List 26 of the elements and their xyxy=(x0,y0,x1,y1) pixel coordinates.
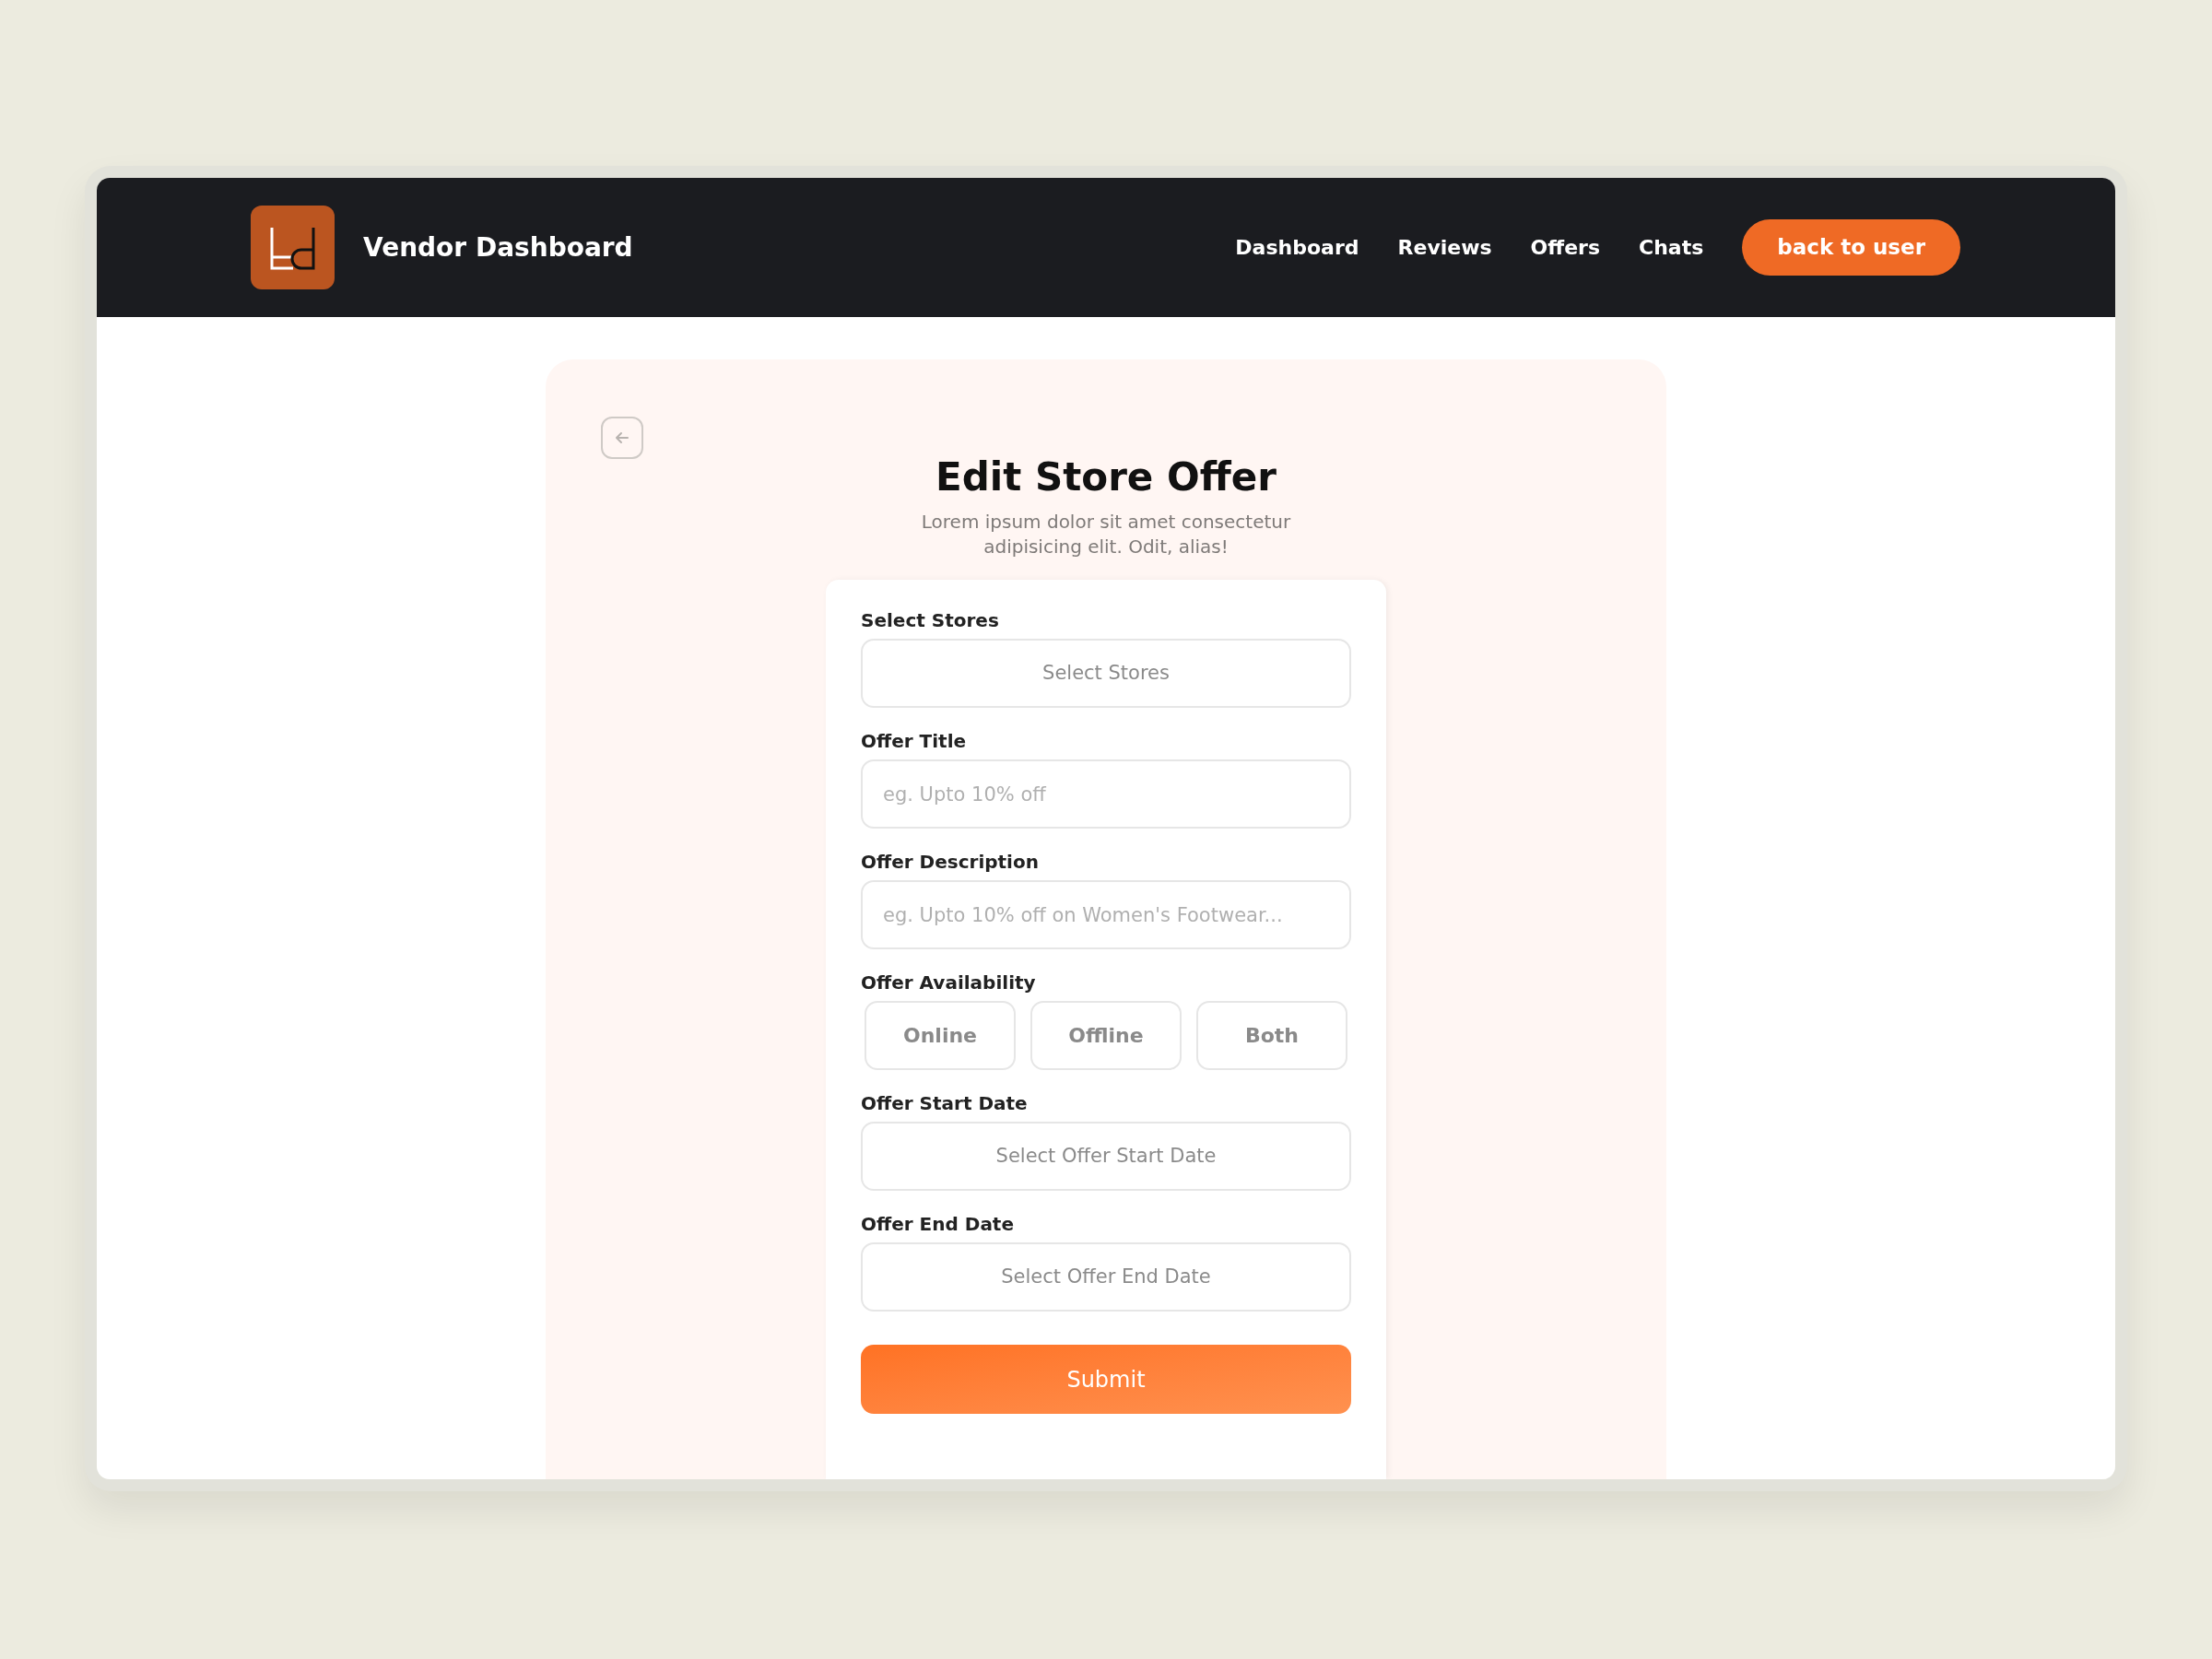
field-label: Offer Availability xyxy=(861,971,1037,994)
field-label: Offer Description xyxy=(861,851,1040,873)
field-label: Offer End Date xyxy=(861,1213,1015,1235)
back-button[interactable] xyxy=(601,417,643,459)
app-title: Vendor Dashboard xyxy=(363,230,633,265)
select-field[interactable]: Select Offer Start Date xyxy=(861,1122,1351,1191)
availability-option[interactable]: Both xyxy=(1196,1001,1347,1070)
nav-link[interactable]: Reviews xyxy=(1397,232,1492,263)
nav-link[interactable]: Offers xyxy=(1530,232,1600,263)
availability-option[interactable]: Online xyxy=(865,1001,1016,1070)
back-arrow-icon xyxy=(614,429,630,446)
select-field[interactable]: Select Offer End Date xyxy=(861,1242,1351,1312)
field-label: Select Stores xyxy=(861,609,1000,631)
availability-option[interactable]: Offline xyxy=(1030,1001,1182,1070)
back-to-user-button[interactable]: back to user xyxy=(1742,219,1960,276)
field-label: Offer Title xyxy=(861,730,968,752)
nav-link[interactable]: Chats xyxy=(1639,232,1704,263)
page-title: Edit Store Offer xyxy=(935,453,1277,501)
nav-link[interactable]: Dashboard xyxy=(1235,232,1359,263)
field-label: Offer Start Date xyxy=(861,1092,1029,1114)
logo-icon xyxy=(251,206,335,289)
select-field[interactable]: Select Stores xyxy=(861,639,1351,708)
input-field[interactable]: eg. Upto 10% off xyxy=(861,759,1351,829)
page-subtitle: Lorem ipsum dolor sit amet consectetur adipisicing elit. Odit, alias! xyxy=(920,510,1292,559)
submit-button[interactable]: Submit xyxy=(861,1345,1351,1414)
input-field[interactable]: eg. Upto 10% off on Women's Footwear... xyxy=(861,880,1351,949)
